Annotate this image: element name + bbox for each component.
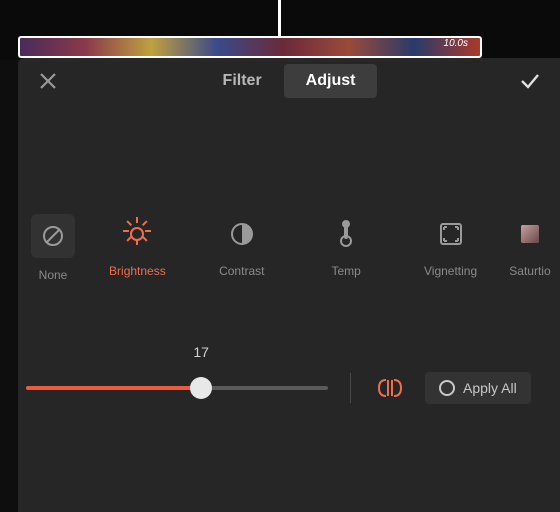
divider	[350, 373, 351, 403]
playhead[interactable]	[278, 0, 281, 38]
tab-filter[interactable]: Filter	[201, 64, 284, 98]
adjust-contrast[interactable]: Contrast	[197, 214, 287, 278]
adjustment-options: None Brightness	[18, 214, 560, 282]
tabs: Filter Adjust	[72, 64, 506, 98]
close-icon	[39, 72, 57, 90]
adjust-saturation[interactable]: Saturtio	[510, 214, 550, 278]
clip-thumbnail[interactable]	[18, 36, 482, 58]
contrast-icon	[222, 214, 262, 254]
adjust-panel: Filter Adjust None	[18, 58, 560, 512]
brightness-slider[interactable]: 17	[26, 368, 328, 408]
slider-fill	[26, 386, 201, 390]
apply-all-label: Apply All	[463, 380, 517, 396]
slider-thumb[interactable]	[190, 377, 212, 399]
adjust-brightness[interactable]: Brightness	[92, 214, 182, 278]
adjust-label: Saturtio	[509, 264, 550, 278]
temperature-icon	[326, 214, 366, 254]
slider-row: 17 Apply All	[18, 368, 560, 408]
vignetting-icon	[431, 214, 471, 254]
adjust-none[interactable]: None	[28, 214, 78, 282]
confirm-button[interactable]	[514, 65, 546, 97]
adjust-label: Temp	[332, 264, 361, 278]
brightness-icon	[117, 214, 157, 254]
none-icon	[31, 214, 75, 258]
checkmark-icon	[519, 70, 541, 92]
adjust-vignetting[interactable]: Vignetting	[406, 214, 496, 278]
close-button[interactable]	[32, 65, 64, 97]
compare-icon	[376, 377, 404, 399]
adjust-label: Contrast	[219, 264, 264, 278]
clip-duration: 10.0s	[444, 38, 468, 49]
saturation-icon	[510, 214, 550, 254]
circle-icon	[439, 380, 455, 396]
adjust-label: Brightness	[109, 264, 166, 278]
tab-row: Filter Adjust	[18, 58, 560, 104]
adjust-label: Vignetting	[424, 264, 477, 278]
compare-button[interactable]	[373, 371, 407, 405]
adjust-label: None	[39, 268, 68, 282]
tab-adjust[interactable]: Adjust	[284, 64, 378, 98]
adjust-temp[interactable]: Temp	[301, 214, 391, 278]
apply-all-button[interactable]: Apply All	[425, 372, 531, 404]
slider-value: 17	[193, 344, 209, 360]
timeline: 10.0s	[0, 0, 560, 60]
